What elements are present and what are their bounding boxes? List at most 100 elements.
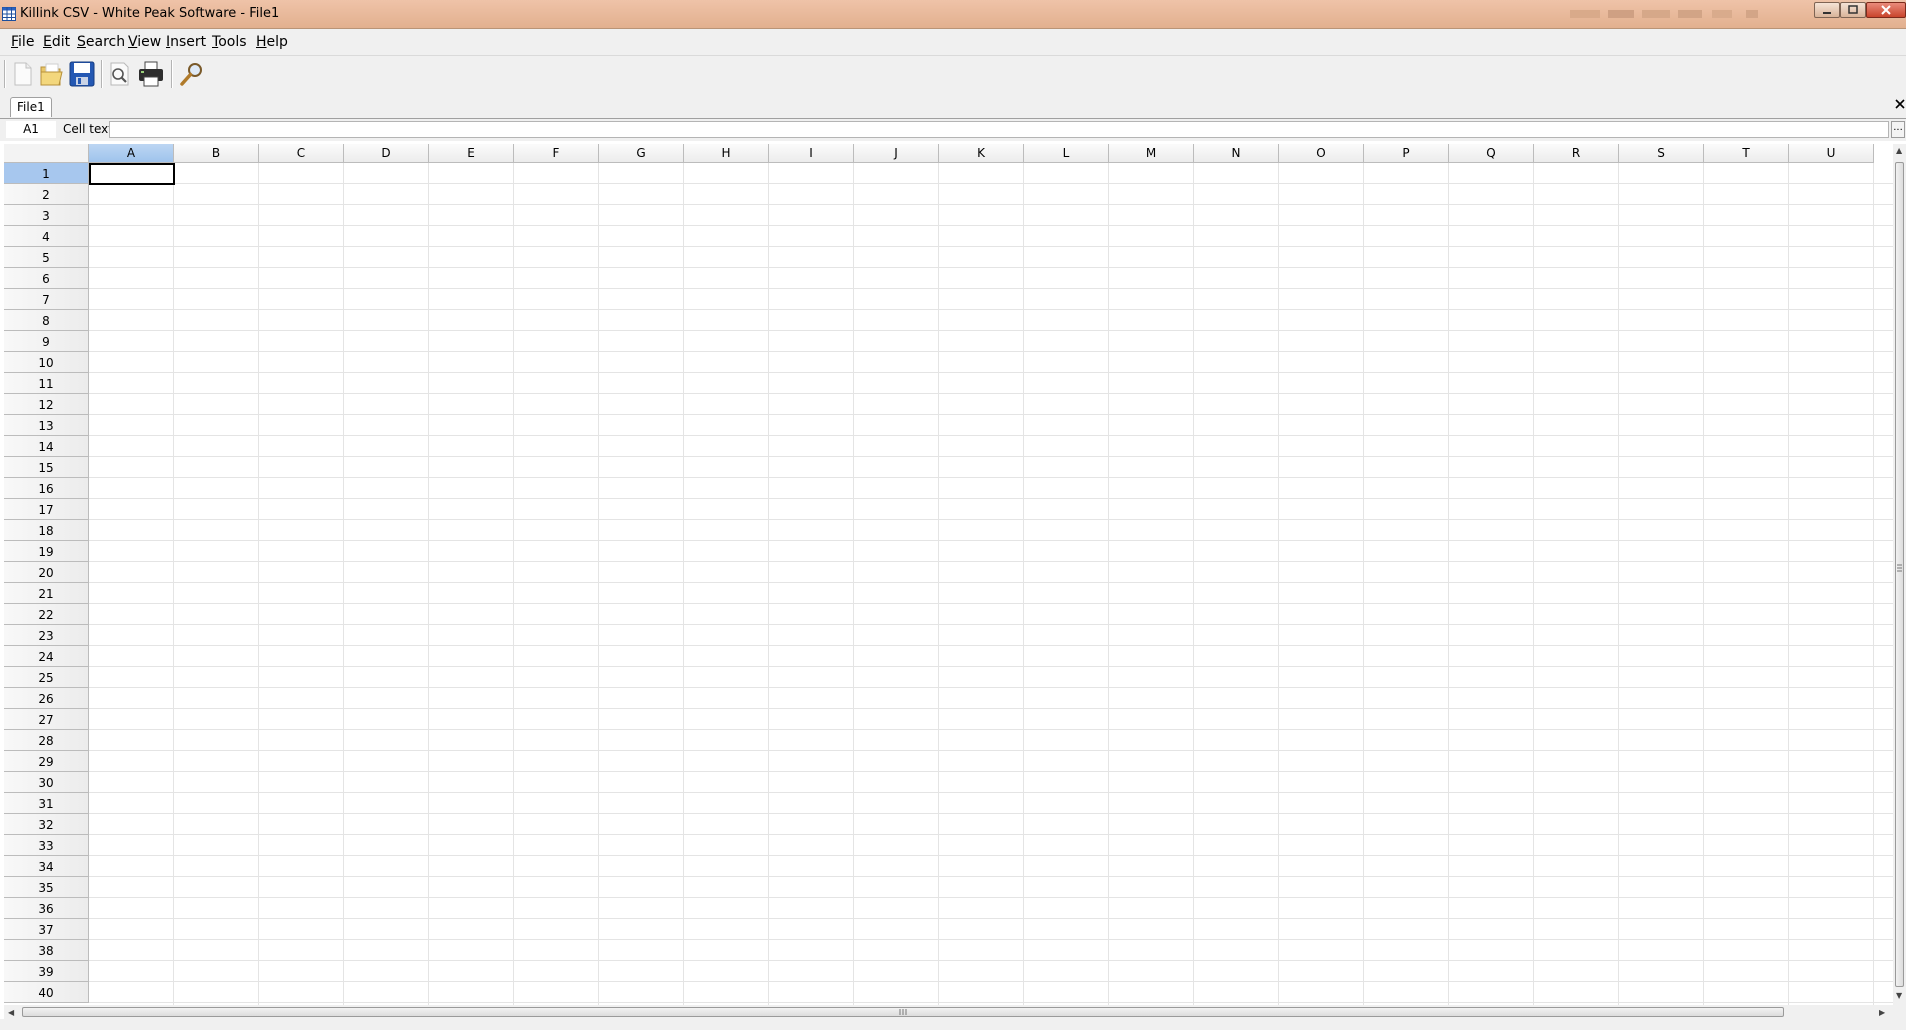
column-header-g[interactable]: G [599,144,684,163]
menu-view[interactable]: View [128,34,161,50]
row-header-8[interactable]: 8 [4,310,89,331]
column-header-u[interactable]: U [1789,144,1874,163]
row-header-17[interactable]: 17 [4,499,89,520]
row-header-9[interactable]: 9 [4,331,89,352]
row-header-35[interactable]: 35 [4,877,89,898]
toolbar-separator [101,60,103,88]
column-header-j[interactable]: J [854,144,939,163]
row-header-30[interactable]: 30 [4,772,89,793]
vertical-scroll-thumb[interactable] [1895,162,1904,987]
menu-search[interactable]: Search [77,34,125,50]
row-header-24[interactable]: 24 [4,646,89,667]
menu-tools[interactable]: Tools [212,34,247,50]
row-header-25[interactable]: 25 [4,667,89,688]
cell-area[interactable] [89,163,1894,1005]
row-header-27[interactable]: 27 [4,709,89,730]
print-preview-button[interactable] [104,59,134,89]
row-header-28[interactable]: 28 [4,730,89,751]
row-header-33[interactable]: 33 [4,835,89,856]
row-header-10[interactable]: 10 [4,352,89,373]
maximize-button[interactable] [1840,2,1866,18]
column-header-l[interactable]: L [1024,144,1109,163]
find-icon [180,63,202,86]
column-header-o[interactable]: O [1279,144,1364,163]
close-button[interactable] [1866,2,1906,18]
close-icon [1895,99,1905,109]
active-cell-a1[interactable] [89,163,175,185]
scroll-up-arrow-icon[interactable]: ▲ [1896,146,1902,155]
row-header-21[interactable]: 21 [4,583,89,604]
row-header-23[interactable]: 23 [4,625,89,646]
row-header-16[interactable]: 16 [4,478,89,499]
menu-file[interactable]: File [11,34,34,50]
toolbar [0,55,1906,94]
column-header-b[interactable]: B [174,144,259,163]
scroll-left-arrow-icon[interactable]: ◀ [8,1008,14,1017]
menu-help[interactable]: Help [256,34,288,50]
row-header-40[interactable]: 40 [4,982,89,1003]
column-header-e[interactable]: E [429,144,514,163]
row-header-22[interactable]: 22 [4,604,89,625]
save-button[interactable] [67,59,97,89]
row-header-29[interactable]: 29 [4,751,89,772]
scroll-right-arrow-icon[interactable]: ▶ [1879,1008,1885,1017]
column-header-i[interactable]: I [769,144,854,163]
horizontal-scroll-thumb[interactable] [22,1007,1784,1017]
minimize-button[interactable] [1814,2,1840,18]
row-header-5[interactable]: 5 [4,247,89,268]
cell-reference-box[interactable]: A1 [6,121,56,138]
row-header-7[interactable]: 7 [4,289,89,310]
column-header-q[interactable]: Q [1449,144,1534,163]
row-header-39[interactable]: 39 [4,961,89,982]
row-header-2[interactable]: 2 [4,184,89,205]
tab-file1[interactable]: File1 [10,97,52,117]
column-header-d[interactable]: D [344,144,429,163]
row-header-14[interactable]: 14 [4,436,89,457]
row-header-4[interactable]: 4 [4,226,89,247]
print-button[interactable] [136,59,166,89]
column-header-a[interactable]: A [89,144,174,163]
row-header-36[interactable]: 36 [4,898,89,919]
row-header-3[interactable]: 3 [4,205,89,226]
cell-text-expand-button[interactable]: ... [1891,121,1905,138]
menu-insert[interactable]: Insert [166,34,206,50]
column-header-f[interactable]: F [514,144,599,163]
row-header-20[interactable]: 20 [4,562,89,583]
print-icon [139,61,163,87]
row-header-6[interactable]: 6 [4,268,89,289]
minimize-icon [1823,12,1831,14]
row-header-38[interactable]: 38 [4,940,89,961]
close-tab-button[interactable] [1895,97,1905,113]
row-header-19[interactable]: 19 [4,541,89,562]
column-header-r[interactable]: R [1534,144,1619,163]
cell-text-input[interactable] [109,121,1889,138]
column-header-c[interactable]: C [259,144,344,163]
row-header-34[interactable]: 34 [4,856,89,877]
new-file-button[interactable] [7,59,37,89]
row-header-18[interactable]: 18 [4,520,89,541]
column-header-h[interactable]: H [684,144,769,163]
row-header-15[interactable]: 15 [4,457,89,478]
column-header-k[interactable]: K [939,144,1024,163]
open-file-button[interactable] [36,59,66,89]
row-header-13[interactable]: 13 [4,415,89,436]
row-header-31[interactable]: 31 [4,793,89,814]
row-header-12[interactable]: 12 [4,394,89,415]
menu-edit[interactable]: Edit [43,34,70,50]
column-header-s[interactable]: S [1619,144,1704,163]
row-header-1[interactable]: 1 [4,163,89,184]
row-header-32[interactable]: 32 [4,814,89,835]
formula-bar: A1 Cell text: ... [0,119,1906,141]
row-header-37[interactable]: 37 [4,919,89,940]
row-header-26[interactable]: 26 [4,688,89,709]
scroll-down-arrow-icon[interactable]: ▼ [1896,991,1902,1000]
column-header-p[interactable]: P [1364,144,1449,163]
title-bar[interactable]: Killink CSV - White Peak Software - File… [0,0,1906,29]
row-header-11[interactable]: 11 [4,373,89,394]
column-header-t[interactable]: T [1704,144,1789,163]
column-header-m[interactable]: M [1109,144,1194,163]
select-all-corner[interactable] [4,144,89,163]
column-header-n[interactable]: N [1194,144,1279,163]
find-button[interactable] [177,59,207,89]
size-grip[interactable] [1893,1005,1906,1019]
